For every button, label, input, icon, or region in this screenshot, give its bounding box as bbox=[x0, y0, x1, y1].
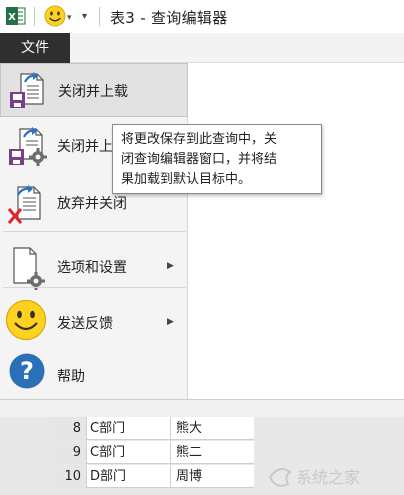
table-row[interactable]: 9 C部门 熊二 bbox=[49, 441, 254, 464]
menu-item-send-feedback[interactable]: 发送反馈 ▶ bbox=[0, 295, 188, 353]
watermark-text: 系统之家 bbox=[296, 468, 360, 487]
help-icon: ? bbox=[9, 353, 45, 389]
watermark-logo: 系统之家 bbox=[268, 467, 360, 487]
cell-dept[interactable]: C部门 bbox=[87, 417, 171, 440]
window-title: 表3 - 查询编辑器 bbox=[110, 9, 228, 27]
cell-dept[interactable]: C部门 bbox=[87, 441, 171, 464]
menu-item-label: 选项和设置 bbox=[57, 260, 127, 276]
cell-dept[interactable]: D部门 bbox=[87, 465, 171, 488]
row-number: 8 bbox=[49, 417, 87, 440]
smiley-icon bbox=[5, 299, 47, 341]
tooltip-line: 将更改保存到此查询中，关 bbox=[121, 132, 278, 147]
feedback-dropdown-icon[interactable]: ▾ bbox=[67, 13, 72, 23]
menu-item-help[interactable]: ? 帮助 bbox=[0, 348, 188, 396]
menu-item-close-load[interactable]: 关闭并上载 bbox=[0, 63, 188, 117]
menu-separator bbox=[3, 231, 186, 232]
svg-text:?: ? bbox=[20, 357, 34, 385]
menu-item-label: 发送反馈 bbox=[57, 316, 113, 332]
table-row[interactable]: 10 D部门 周博 bbox=[49, 465, 254, 488]
discard-close-icon bbox=[7, 185, 41, 224]
table-row[interactable]: 8 C部门 熊大 bbox=[49, 417, 254, 440]
settings-icon bbox=[13, 247, 45, 290]
menu-item-label: 帮助 bbox=[57, 369, 85, 385]
tab-file[interactable]: 文件 bbox=[0, 33, 70, 63]
row-number: 10 bbox=[49, 465, 87, 488]
cell-name[interactable]: 熊二 bbox=[171, 441, 254, 464]
cell-name[interactable]: 熊大 bbox=[171, 417, 254, 440]
menu-separator bbox=[3, 287, 186, 288]
title-separator-2 bbox=[99, 7, 100, 26]
excel-icon-letter: X bbox=[8, 12, 16, 23]
ribbon-tab-row: 文件 bbox=[0, 33, 404, 63]
title-separator bbox=[34, 7, 35, 26]
menu-item-label: 放弃并关闭 bbox=[57, 196, 127, 212]
scroll-strip bbox=[0, 399, 404, 417]
cell-name[interactable]: 周博 bbox=[171, 465, 254, 488]
excel-icon[interactable]: X bbox=[5, 5, 27, 27]
submenu-arrow-icon: ▶ bbox=[167, 261, 174, 271]
row-number: 9 bbox=[49, 441, 87, 464]
file-menu: 关闭并上载 关闭并上 放弃并关闭 选项和设置 ▶ 发送反馈 ▶ ? 帮助 bbox=[0, 63, 188, 399]
feedback-smiley-icon[interactable] bbox=[44, 5, 66, 27]
tooltip-line: 果加载到默认目标中。 bbox=[121, 172, 252, 187]
submenu-arrow-icon: ▶ bbox=[167, 317, 174, 327]
tooltip-line: 闭查询编辑器窗口，并将结 bbox=[121, 152, 278, 167]
close-load-icon bbox=[10, 72, 44, 108]
customize-qat-icon[interactable]: ▾ bbox=[82, 11, 87, 22]
title-bar: X ▾ ▾ 表3 - 查询编辑器 bbox=[0, 0, 404, 33]
menu-item-label: 关闭并上 bbox=[57, 139, 113, 155]
close-load-to-icon bbox=[9, 127, 47, 166]
menu-item-options-settings[interactable]: 选项和设置 ▶ bbox=[0, 239, 188, 297]
menu-item-label: 关闭并上载 bbox=[58, 84, 128, 100]
close-load-tooltip: 将更改保存到此查询中，关 闭查询编辑器窗口，并将结 果加载到默认目标中。 bbox=[112, 124, 322, 194]
